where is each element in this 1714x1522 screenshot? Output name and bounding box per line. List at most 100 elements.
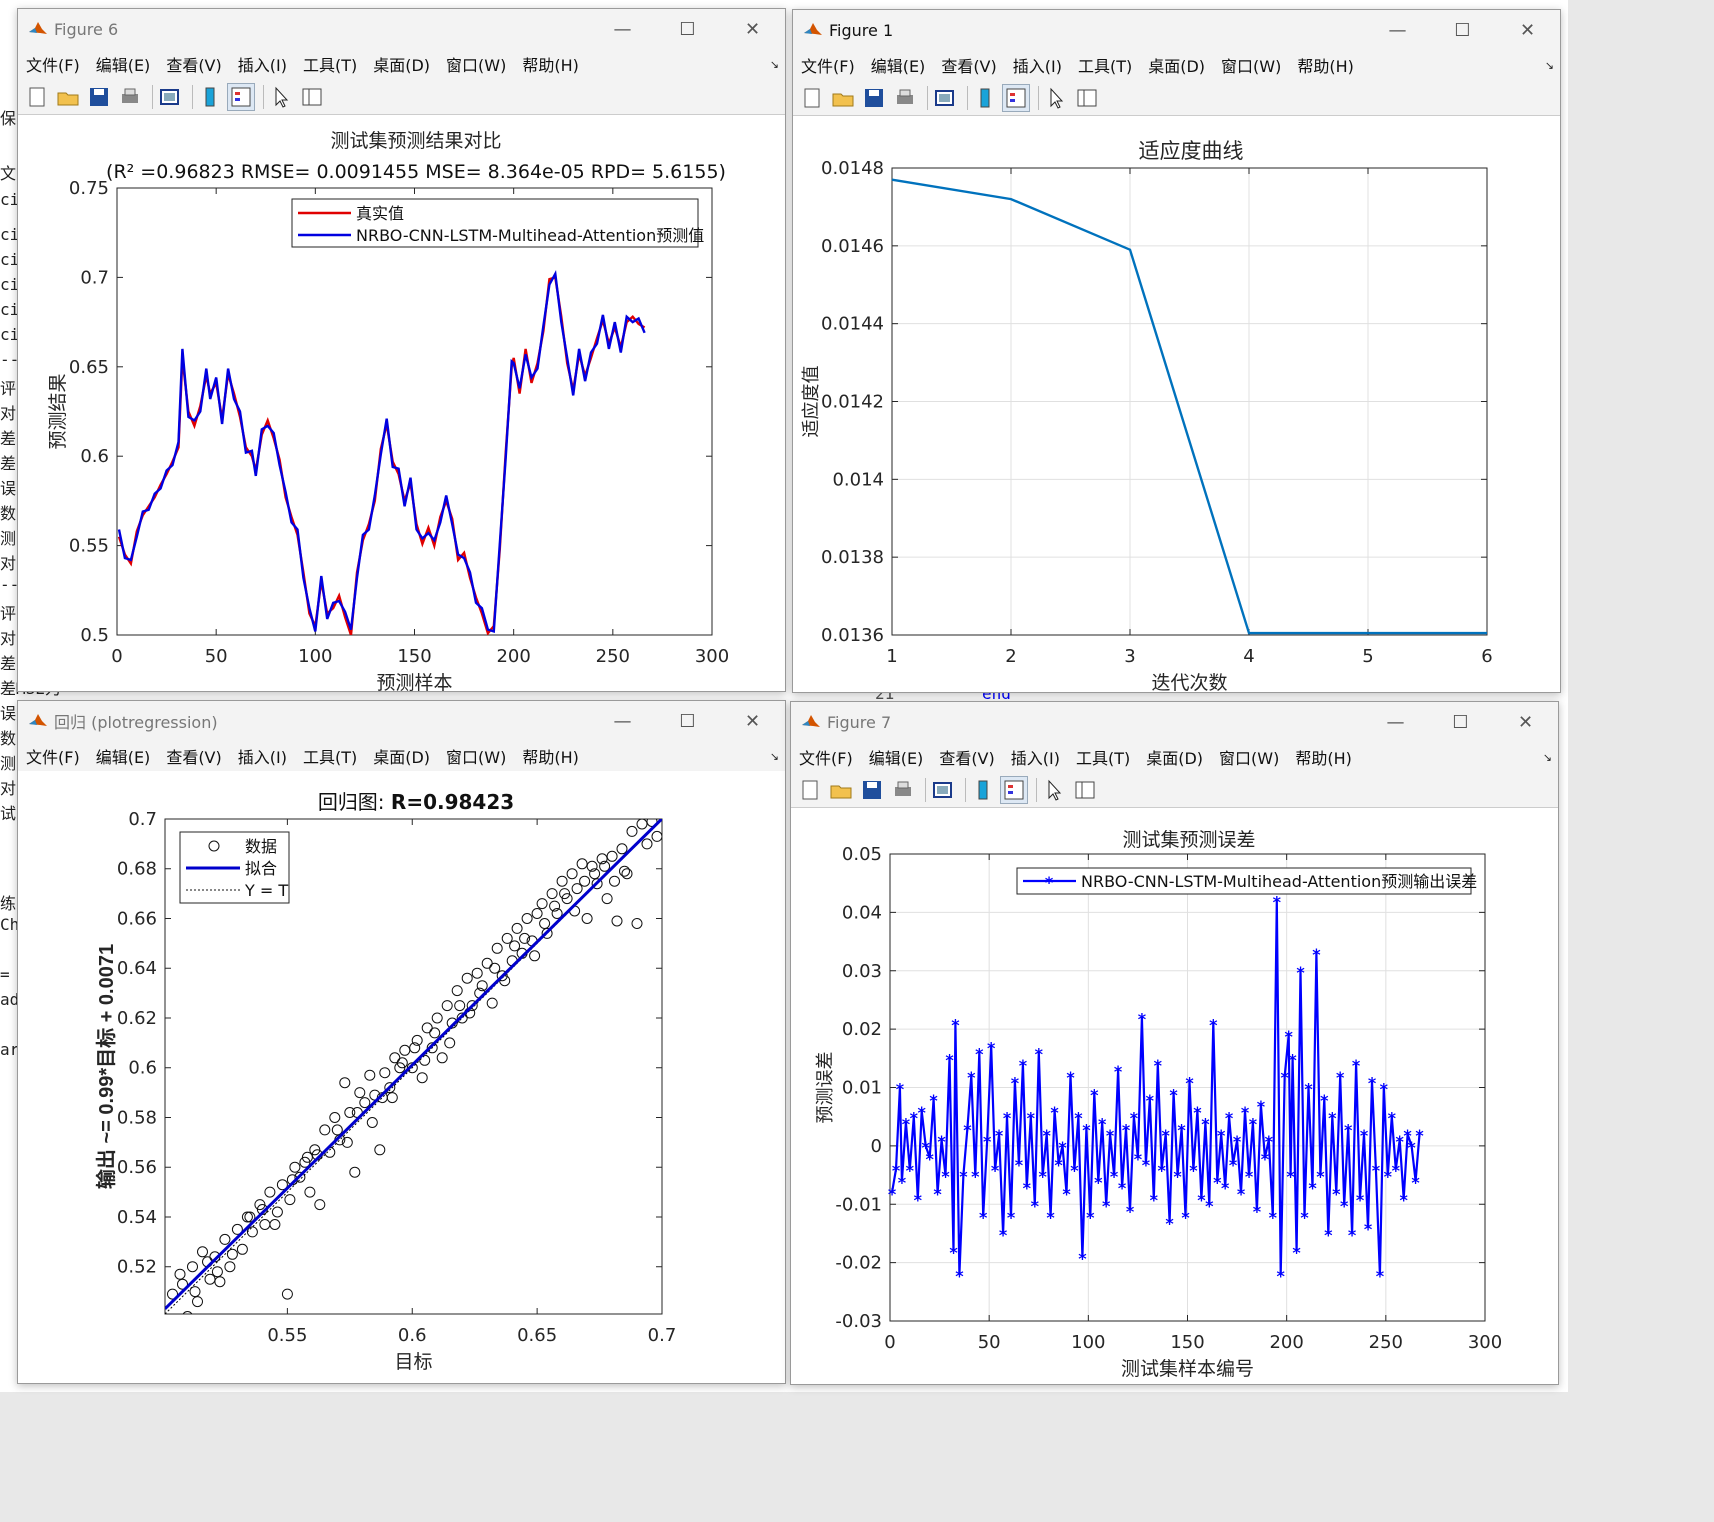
menu-item[interactable]: 编辑(E) [88, 52, 159, 76]
open-file-icon[interactable] [828, 777, 854, 803]
colorbar-icon[interactable] [970, 777, 996, 803]
regression-titlebar[interactable]: 回归 (plotregression) — ☐ ✕ [18, 701, 785, 741]
data-marker: * [1344, 1120, 1353, 1139]
prediction-comparison-chart: 测试集预测结果对比 (R² =0.96823 RMSE= 0.0091455 MS… [47, 130, 729, 691]
legend-icon[interactable] [227, 82, 255, 111]
property-inspector-icon[interactable] [1072, 777, 1098, 803]
editor-fragment: 差 [0, 454, 17, 473]
menu-collapse-icon[interactable]: ↘ [770, 58, 779, 71]
close-icon[interactable]: ✕ [720, 701, 785, 741]
open-file-icon[interactable] [830, 85, 856, 111]
property-inspector-icon[interactable] [1074, 85, 1100, 111]
maximize-icon[interactable]: ☐ [1428, 702, 1493, 742]
maximize-icon[interactable]: ☐ [1430, 10, 1495, 50]
minimize-icon[interactable]: — [1363, 702, 1428, 742]
legend-icon[interactable] [1000, 775, 1028, 804]
menu-item[interactable]: 工具(T) [295, 744, 365, 768]
menu-item[interactable]: 工具(T) [1068, 745, 1138, 769]
data-marker: * [1356, 1190, 1365, 1209]
y-tick-label: 0.02 [842, 1019, 882, 1040]
menu-item[interactable]: 插入(I) [1003, 745, 1068, 769]
menu-item[interactable]: 查看(V) [158, 52, 229, 76]
menu-item[interactable]: 编辑(E) [861, 745, 932, 769]
menu-item[interactable]: 查看(V) [933, 53, 1004, 77]
data-marker: * [983, 1132, 992, 1151]
save-icon[interactable] [861, 85, 887, 111]
y-axis-label: 预测结果 [47, 373, 69, 449]
menu-item[interactable]: 文件(F) [18, 744, 88, 768]
new-figure-icon[interactable] [799, 85, 825, 111]
menu-item[interactable]: 帮助(H) [514, 744, 587, 768]
menu-item[interactable]: 窗口(W) [1213, 53, 1289, 77]
close-icon[interactable]: ✕ [720, 9, 785, 49]
maximize-icon[interactable]: ☐ [655, 701, 720, 741]
menu-item[interactable]: 帮助(H) [514, 52, 587, 76]
data-marker: * [963, 1120, 972, 1139]
print-icon[interactable] [117, 84, 143, 110]
figure1-window[interactable]: Figure 1 — ☐ ✕ 文件(F) 编辑(E) 查看(V) 插入(I) 工具(T) 桌面… [792, 9, 1561, 693]
colorbar-icon[interactable] [972, 85, 998, 111]
new-figure-icon[interactable] [24, 84, 50, 110]
save-icon[interactable] [86, 84, 112, 110]
menu-item[interactable]: 查看(V) [158, 744, 229, 768]
chart-title: 回归图: R=0.98423 [318, 790, 514, 814]
menu-item[interactable]: 文件(F) [791, 745, 861, 769]
minimize-icon[interactable]: — [590, 9, 655, 49]
minimize-icon[interactable]: — [1365, 10, 1430, 50]
regression-window[interactable]: 回归 (plotregression) — ☐ ✕ 文件(F) 编辑(E) 查看(V) 插… [17, 700, 786, 1384]
print-icon[interactable] [892, 85, 918, 111]
menu-collapse-icon[interactable]: ↘ [770, 750, 779, 763]
maximize-icon[interactable]: ☐ [655, 9, 720, 49]
link-plot-icon[interactable] [930, 777, 956, 803]
menu-item[interactable]: 工具(T) [295, 52, 365, 76]
close-icon[interactable]: ✕ [1495, 10, 1560, 50]
property-inspector-icon[interactable] [299, 84, 325, 110]
new-figure-icon[interactable] [797, 777, 823, 803]
minimize-icon[interactable]: — [590, 701, 655, 741]
menu-item[interactable]: 插入(I) [230, 744, 295, 768]
menu-item[interactable]: 帮助(H) [1287, 745, 1360, 769]
colorbar-icon[interactable] [197, 84, 223, 110]
menu-item[interactable]: 编辑(E) [863, 53, 934, 77]
legend-icon[interactable] [1002, 83, 1030, 112]
menu-item[interactable]: 查看(V) [931, 745, 1002, 769]
menu-item[interactable]: 帮助(H) [1289, 53, 1362, 77]
figure1-titlebar[interactable]: Figure 1 — ☐ ✕ [793, 10, 1560, 50]
menu-item[interactable]: 工具(T) [1070, 53, 1140, 77]
menu-item[interactable]: 插入(I) [1005, 53, 1070, 77]
menu-collapse-icon[interactable]: ↘ [1543, 751, 1552, 764]
menu-item[interactable]: 桌面(D) [1138, 745, 1211, 769]
menu-item[interactable]: 桌面(D) [365, 744, 438, 768]
close-icon[interactable]: ✕ [1493, 702, 1558, 742]
link-plot-icon[interactable] [157, 84, 183, 110]
y-tick-label: 0.01 [842, 1078, 882, 1099]
menu-item[interactable]: 窗口(W) [438, 744, 514, 768]
menu-item[interactable]: 插入(I) [230, 52, 295, 76]
menu-item[interactable]: 文件(F) [793, 53, 863, 77]
data-marker: * [1102, 1196, 1111, 1215]
x-tick-label: 0.7 [648, 1325, 677, 1346]
link-plot-icon[interactable] [932, 85, 958, 111]
save-icon[interactable] [859, 777, 885, 803]
menu-item[interactable]: 编辑(E) [88, 744, 159, 768]
print-icon[interactable] [890, 777, 916, 803]
figure7-window[interactable]: Figure 7 — ☐ ✕ 文件(F) 编辑(E) 查看(V) 插入(I) 工具(T) 桌面… [790, 701, 1559, 1385]
menu-item[interactable]: 桌面(D) [365, 52, 438, 76]
menu-collapse-icon[interactable]: ↘ [1545, 59, 1554, 72]
figure6-titlebar[interactable]: Figure 6 — ☐ ✕ [18, 9, 785, 49]
menu-bar: 文件(F) 编辑(E) 查看(V) 插入(I) 工具(T) 桌面(D) 窗口(W) 帮助(H)… [791, 742, 1558, 772]
data-marker: * [1046, 1208, 1055, 1227]
figure7-titlebar[interactable]: Figure 7 — ☐ ✕ [791, 702, 1558, 742]
menu-item[interactable]: 文件(F) [18, 52, 88, 76]
menu-item[interactable]: 桌面(D) [1140, 53, 1213, 77]
pointer-icon[interactable] [1041, 777, 1067, 803]
menu-item[interactable]: 窗口(W) [438, 52, 514, 76]
data-marker: * [1185, 1074, 1194, 1093]
window-title: Figure 1 [829, 20, 894, 40]
pointer-icon[interactable] [268, 84, 294, 110]
x-tick-label: 4 [1243, 646, 1254, 667]
menu-item[interactable]: 窗口(W) [1211, 745, 1287, 769]
figure6-window[interactable]: Figure 6 — ☐ ✕ 文件(F) 编辑(E) 查看(V) 插入(I) 工具(T) 桌面… [17, 8, 786, 692]
open-file-icon[interactable] [55, 84, 81, 110]
pointer-icon[interactable] [1043, 85, 1069, 111]
